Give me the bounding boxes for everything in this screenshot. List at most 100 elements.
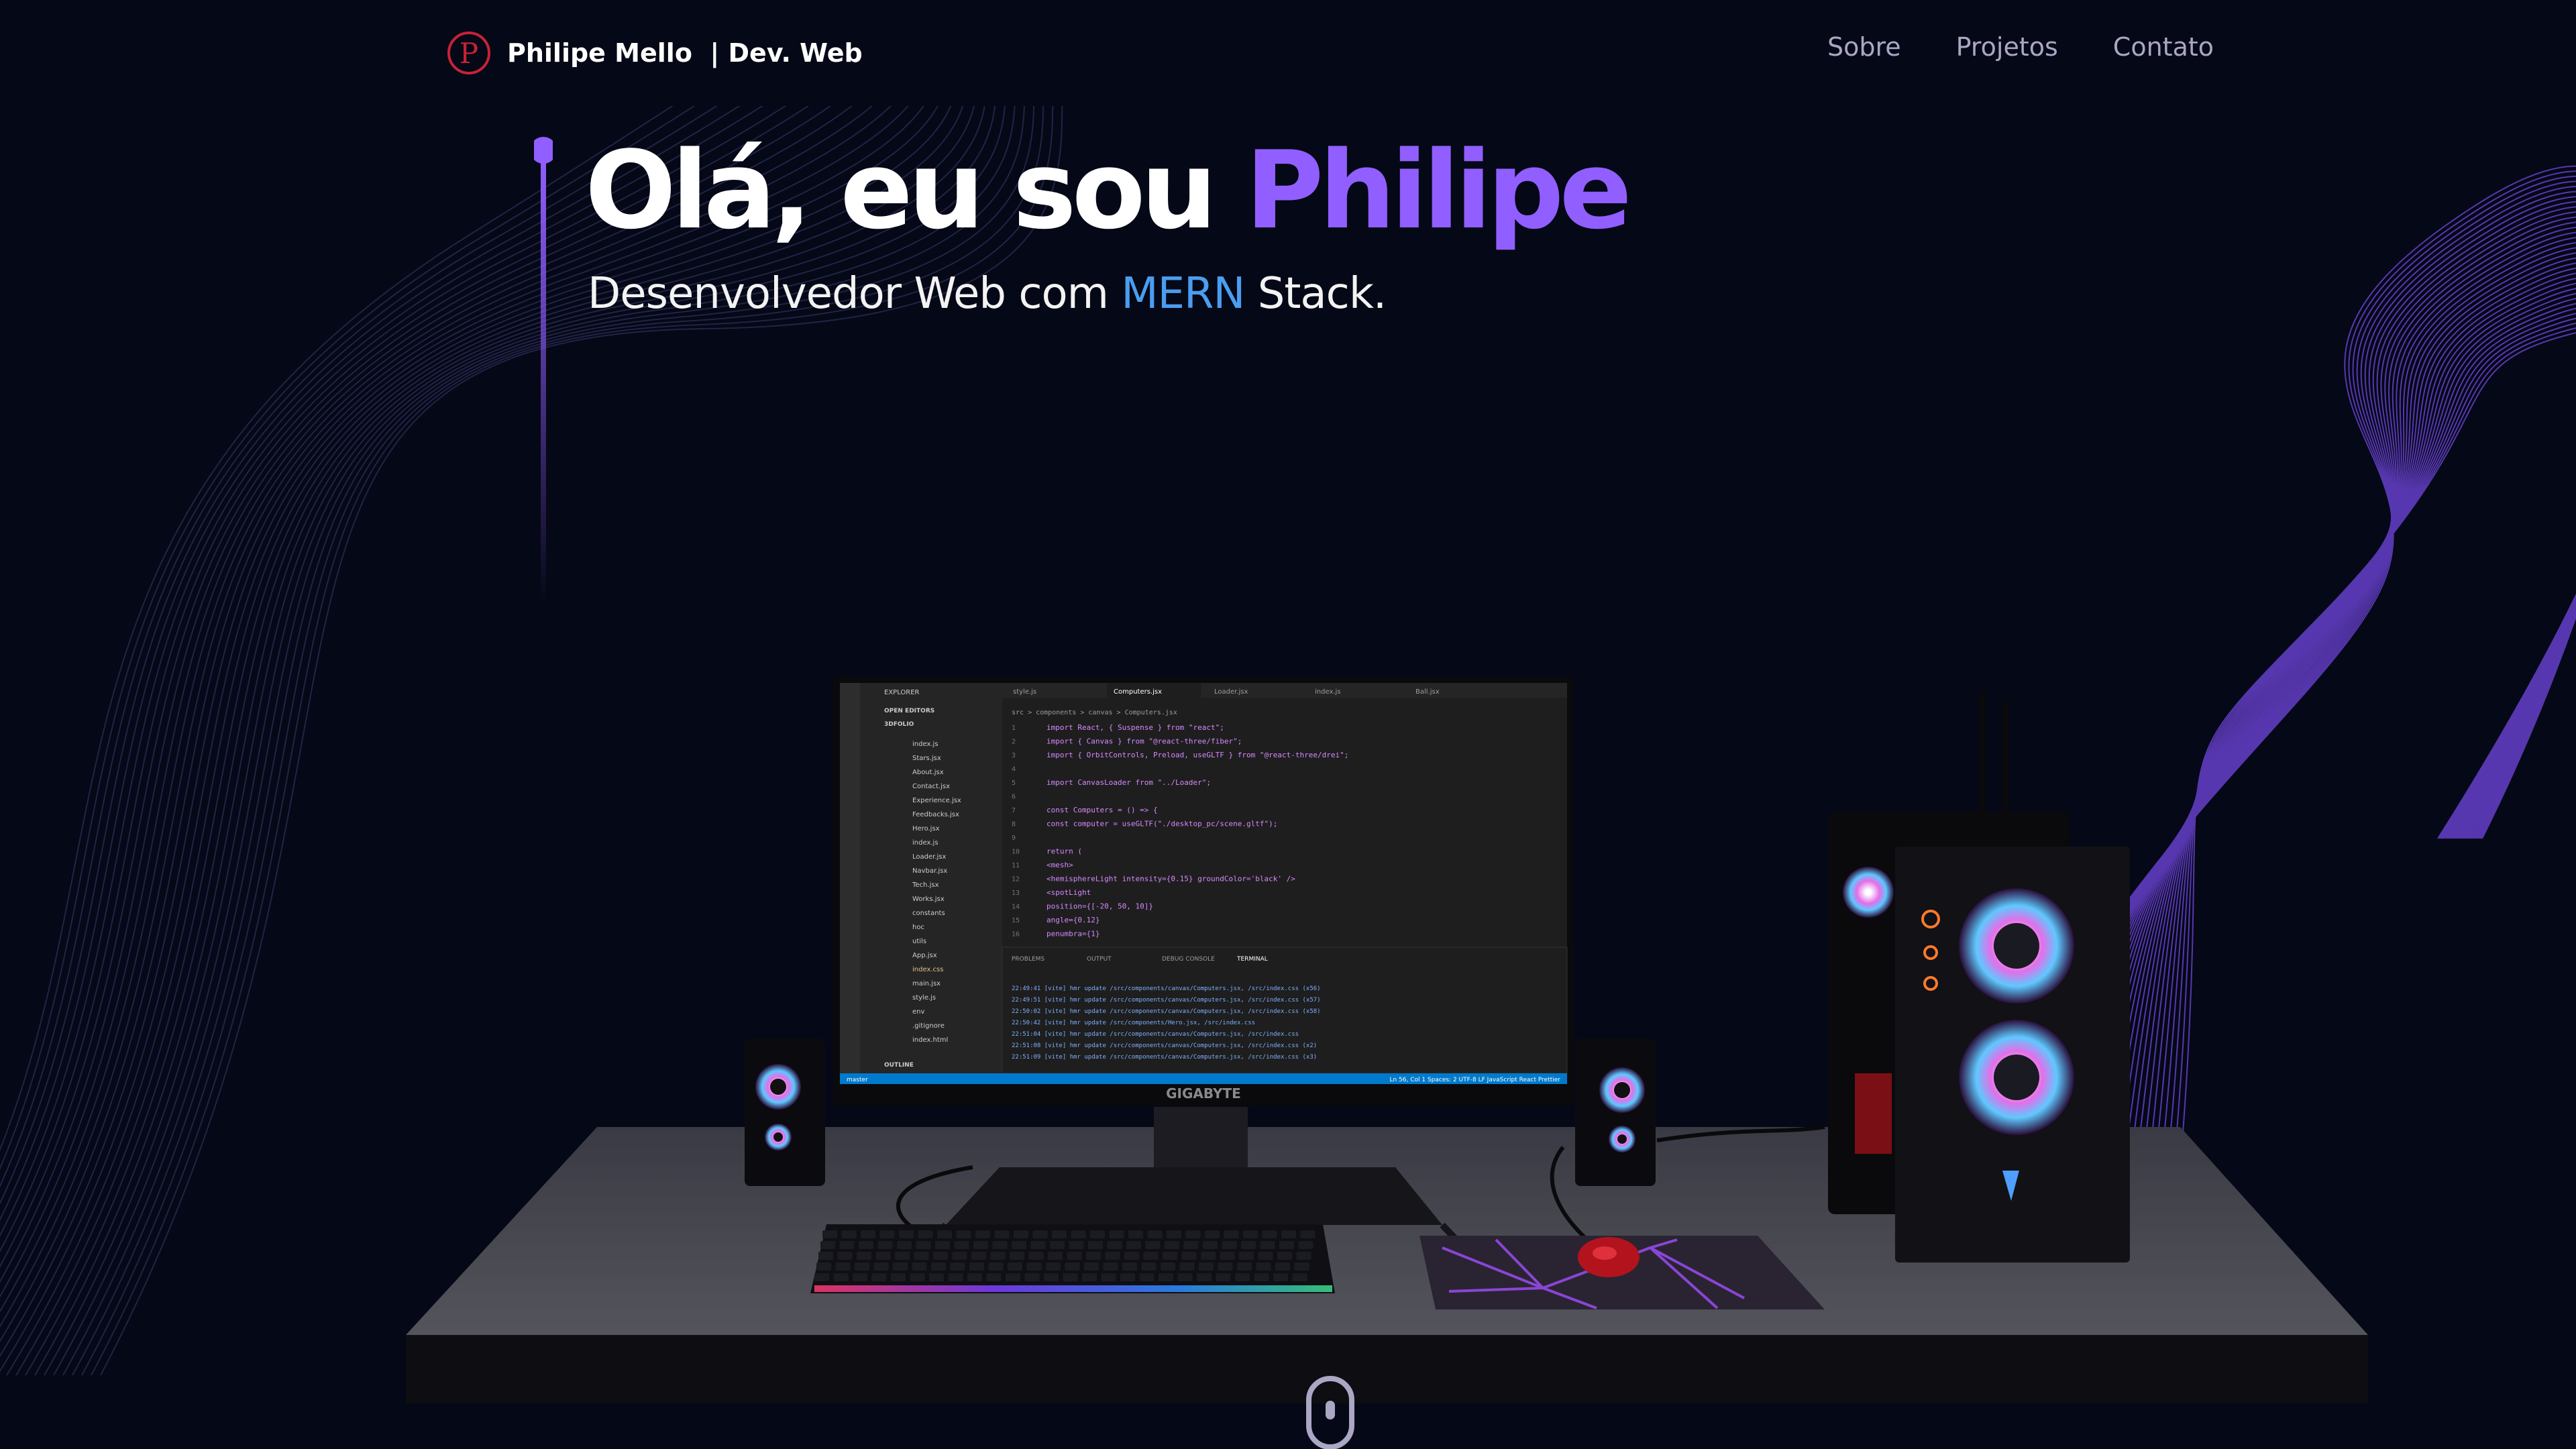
keyboard-key [1296,1252,1311,1260]
file-tree-item[interactable]: App.jsx [912,952,937,959]
file-tree-item[interactable]: main.jsx [912,980,941,987]
editor-tab[interactable]: Computers.jsx [1114,688,1162,696]
keyboard-key [1203,1241,1218,1249]
nav-link-contato[interactable]: Contato [2113,32,2214,62]
keyboard-key [937,1230,952,1238]
keyboard-key [835,1263,851,1271]
panel-tab[interactable]: DEBUG CONSOLE [1162,956,1215,963]
file-tree-item[interactable]: Stars.jsx [912,755,941,762]
keyboard-key [994,1230,1010,1238]
keyboard-key [1161,1263,1175,1271]
keyboard-key [969,1263,984,1271]
keyboard-key [841,1230,857,1238]
keyboard-key [1090,1230,1105,1238]
file-tree-item[interactable]: index.js [912,741,938,748]
keyboard-key [1014,1230,1028,1238]
keyboard-key [859,1241,873,1249]
panel-tab[interactable]: TERMINAL [1236,956,1268,963]
file-tree-item[interactable]: Works.jsx [912,896,945,903]
mouse-scroll-icon[interactable] [1305,1375,1355,1449]
keyboard-key [853,1273,867,1281]
hero-subtitle: Desenvolvedor Web com MERN Stack. [588,269,1387,319]
keyboard-key [1224,1230,1239,1238]
line-number: 3 [1012,752,1016,759]
outline-label: OUTLINE [884,1062,914,1069]
keyboard-key [1262,1230,1277,1238]
file-tree-item[interactable]: Feedbacks.jsx [912,811,959,818]
file-tree-item[interactable]: Experience.jsx [912,797,961,804]
nav-link-projetos[interactable]: Projetos [1956,32,2058,62]
keyboard-key [861,1230,875,1238]
keyboard-key [1006,1273,1020,1281]
keyboard-key [931,1263,946,1271]
keyboard-key [1048,1252,1063,1260]
keyboard-key [967,1273,982,1281]
file-tree-item[interactable]: Contact.jsx [912,783,950,790]
desk-scene[interactable]: GIGABYTE EXPLORER OPEN EDITORS 3DFOLIO i… [0,644,2576,1449]
editor-tab[interactable]: style.js [1013,688,1036,696]
file-tree-item[interactable]: Tech.jsx [912,881,939,889]
keyboard-key [1067,1252,1082,1260]
keyboard-key [1105,1252,1120,1260]
keyboard-key [1159,1273,1173,1281]
keyboard-key [1167,1230,1181,1238]
editor-tab[interactable]: Loader.jsx [1214,688,1248,696]
keyboard-key [1235,1273,1250,1281]
code-line: penumbra={1} [1046,930,1099,938]
code-line: import { OrbitControls, Preload, useGLTF… [1046,751,1348,759]
keyboard-key [912,1263,927,1271]
keyboard-key [839,1241,855,1249]
file-tree-item[interactable]: index.js [912,839,938,847]
file-tree-item[interactable]: index.css [912,966,943,973]
keyboard-key [1046,1263,1061,1271]
keyboard-key [1300,1230,1316,1238]
keyboard-key [814,1273,829,1281]
keyboard-key [988,1263,1004,1271]
status-branch: master [847,1077,868,1083]
file-tree-item[interactable]: index.html [912,1036,948,1044]
file-tree-item[interactable]: constants [912,910,945,917]
keyboard-key [1143,1252,1159,1260]
speaker-right [1575,1038,1656,1186]
file-tree-item[interactable]: hoc [912,924,924,931]
line-number: 13 [1012,890,1020,897]
line-number: 10 [1012,849,1020,856]
file-tree-item[interactable]: Loader.jsx [912,853,947,861]
file-tree-item[interactable]: env [912,1008,924,1016]
keyboard-key [1181,1252,1197,1260]
keyboard-key [1185,1230,1201,1238]
file-tree-item[interactable]: Hero.jsx [912,825,940,833]
code-line: <hemisphereLight intensity={0.15} ground… [1046,875,1295,883]
keyboard-key [1165,1241,1179,1249]
code-line: <mesh> [1046,861,1073,869]
keyboard-key [910,1273,925,1281]
file-tree-item[interactable]: .gitignore [912,1022,945,1030]
editor-tab[interactable]: index.js [1315,688,1341,696]
keyboard-key [929,1273,944,1281]
code-line: const Computers = () => { [1046,806,1158,814]
open-editors-label: OPEN EDITORS [884,708,934,714]
file-tree-item[interactable]: About.jsx [912,769,944,776]
file-tree-item[interactable]: utils [912,938,926,945]
keyboard-key [818,1252,833,1260]
keyboard-key [822,1230,837,1238]
editor-tab[interactable]: Ball.jsx [1415,688,1440,696]
code-line: return ( [1046,847,1082,856]
project-name: 3DFOLIO [884,721,914,728]
terminal-line: 22:51:08 [vite] hmr update /src/componen… [1012,1042,1317,1049]
keyboard-key [1120,1273,1135,1281]
panel-tab[interactable]: OUTPUT [1087,956,1112,963]
keyboard-key [1107,1241,1122,1249]
keyboard-key [954,1241,969,1249]
keyboard-key [1086,1252,1101,1260]
file-tree-item[interactable]: style.js [912,994,936,1002]
brand-link[interactable]: P Philipe Mello | Dev. Web [444,27,863,79]
monitor: GIGABYTE EXPLORER OPEN EDITORS 3DFOLIO i… [833,676,1574,1106]
keyboard-key [1084,1263,1099,1271]
panel-tab[interactable]: PROBLEMS [1012,956,1044,963]
nav-link-sobre[interactable]: Sobre [1827,32,1901,62]
keyboard-key [971,1252,986,1260]
keyboard-key [1141,1263,1157,1271]
file-tree-item[interactable]: Navbar.jsx [912,867,947,875]
keyboard-key [855,1263,869,1271]
